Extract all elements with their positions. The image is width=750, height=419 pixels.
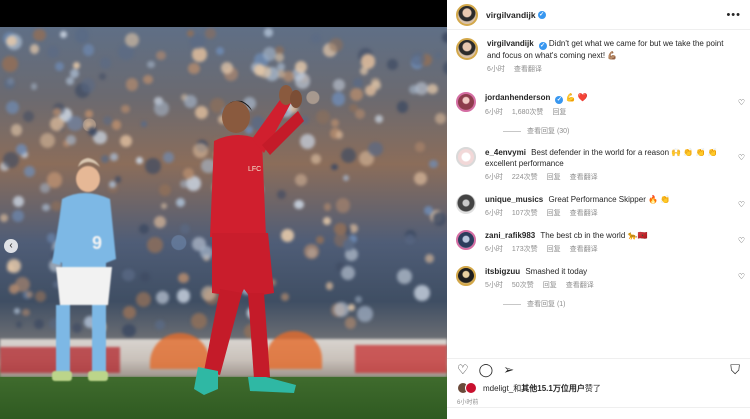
comment-username[interactable]: unique_musics [485, 195, 543, 204]
divider [447, 407, 750, 408]
verified-badge-icon: ✓ [538, 42, 547, 50]
heart-icon[interactable]: ♡ [457, 363, 469, 377]
reply-button[interactable]: 回复 [543, 280, 557, 290]
likes-count[interactable]: 其他15.1万位用户 [521, 383, 585, 394]
avatar[interactable] [456, 266, 476, 286]
likes-suffix: 赞了 [584, 383, 601, 393]
comment-icon[interactable]: ◯ [479, 363, 494, 377]
verified-badge-icon: ✓ [537, 10, 546, 19]
comment-username[interactable]: zani_rafik983 [485, 231, 535, 240]
avatar[interactable] [456, 147, 476, 167]
action-bar: ♡ ◯ ➢ ⛉ [447, 358, 750, 377]
comment-item: jordanhenderson ✓ 💪 ❤️ 6小时 1,680次赞 回复 ♡ [447, 92, 750, 117]
avatar[interactable] [456, 92, 476, 112]
view-replies-label: 查看回复 (1) [527, 301, 566, 308]
heart-icon[interactable]: ♡ [738, 236, 745, 245]
translate-link[interactable]: 查看翻译 [570, 172, 598, 182]
view-replies-button[interactable]: 查看回复 (30) [503, 126, 750, 136]
avatar[interactable] [456, 194, 476, 214]
translate-link[interactable]: 查看翻译 [570, 208, 598, 218]
comment-time: 6小时 [485, 109, 503, 116]
comment-username[interactable]: e_4envymi [485, 148, 526, 157]
comment-time: 6小时 [485, 174, 503, 181]
translate-link[interactable]: 查看翻译 [570, 244, 598, 254]
comment-list: virgilvandijk ✓ Didn't get what we came f… [447, 38, 750, 309]
heart-icon[interactable]: ♡ [738, 200, 745, 209]
post-date: 6小时前 [457, 400, 479, 406]
reply-button[interactable]: 回复 [547, 208, 561, 218]
bookmark-icon[interactable]: ⛉ [730, 363, 740, 377]
likes-summary: mdeligt_和 其他15.1万位用户 赞了 [457, 382, 601, 394]
heart-icon[interactable]: ♡ [738, 98, 745, 107]
players-illustration: 9 LFC [52, 85, 304, 395]
comment-username[interactable]: itsbigzuu [485, 267, 520, 276]
instagram-post-viewer: 9 LFC ‹ virgilvandijk ✓ ••• virgilvandij… [0, 0, 750, 419]
caption: virgilvandijk ✓ Didn't get what we came f… [447, 38, 750, 84]
comment-text: 💪 ❤️ [565, 93, 588, 102]
chevron-left-icon[interactable]: ‹ [4, 239, 18, 253]
city-player-figure: 9 [52, 158, 116, 381]
reply-button[interactable]: 回复 [547, 172, 561, 182]
reply-button[interactable]: 回复 [547, 244, 561, 254]
verified-badge-icon: ✓ [555, 96, 564, 104]
heart-icon[interactable]: ♡ [738, 153, 745, 162]
comment-username[interactable]: jordanhenderson [485, 93, 550, 102]
comment-likes[interactable]: 224次赞 [512, 172, 538, 182]
comment-item: e_4envymi Best defender in the world for… [447, 147, 750, 182]
view-replies-button[interactable]: 查看回复 (1) [503, 299, 750, 309]
svg-text:LFC: LFC [248, 166, 261, 173]
comment-time: 6小时 [485, 210, 503, 217]
post-sidebar: virgilvandijk ✓ ••• virgilvandijk ✓ Didn'… [447, 0, 750, 419]
avatar[interactable] [456, 3, 478, 26]
comment-text: Great Performance Skipper 🔥 👏 [548, 195, 671, 204]
avatar[interactable] [456, 230, 476, 250]
comment-likes[interactable]: 173次赞 [512, 244, 538, 254]
comment-item: zani_rafik983 The best cb in the world 🐆… [447, 230, 750, 254]
heart-icon[interactable]: ♡ [738, 272, 745, 281]
svg-text:9: 9 [92, 233, 102, 253]
caption-username[interactable]: virgilvandijk [487, 39, 534, 48]
post-photo[interactable]: 9 LFC ‹ [0, 27, 447, 419]
comment-text: Smashed it today [525, 267, 588, 276]
more-horizontal-icon[interactable]: ••• [726, 9, 741, 21]
send-icon[interactable]: ➢ [503, 363, 514, 377]
comment-time: 6小时 [485, 246, 503, 253]
liker-name[interactable]: mdeligt_和 [483, 383, 521, 394]
comment-likes[interactable]: 107次赞 [512, 208, 538, 218]
comment-likes[interactable]: 50次赞 [512, 280, 534, 290]
translate-link[interactable]: 查看翻译 [514, 64, 542, 74]
liker-avatars [457, 382, 477, 394]
reply-button[interactable]: 回复 [552, 107, 566, 117]
avatar[interactable] [456, 38, 478, 60]
comment-item: itsbigzuu Smashed it today 5小时 50次赞 回复 查看翻译… [447, 266, 750, 290]
liverpool-player-figure: LFC [194, 85, 304, 395]
caption-time: 6小时 [487, 66, 505, 73]
comment-text: The best cb in the world 🐆🇲🇦 [540, 231, 648, 240]
comment-time: 5小时 [485, 282, 503, 289]
post-header: virgilvandijk ✓ ••• [447, 0, 750, 30]
translate-link[interactable]: 查看翻译 [566, 280, 594, 290]
comment-item: unique_musics Great Performance Skipper … [447, 194, 750, 218]
author-username[interactable]: virgilvandijk [486, 10, 536, 20]
comment-likes[interactable]: 1,680次赞 [512, 107, 544, 117]
view-replies-label: 查看回复 (30) [527, 128, 570, 135]
